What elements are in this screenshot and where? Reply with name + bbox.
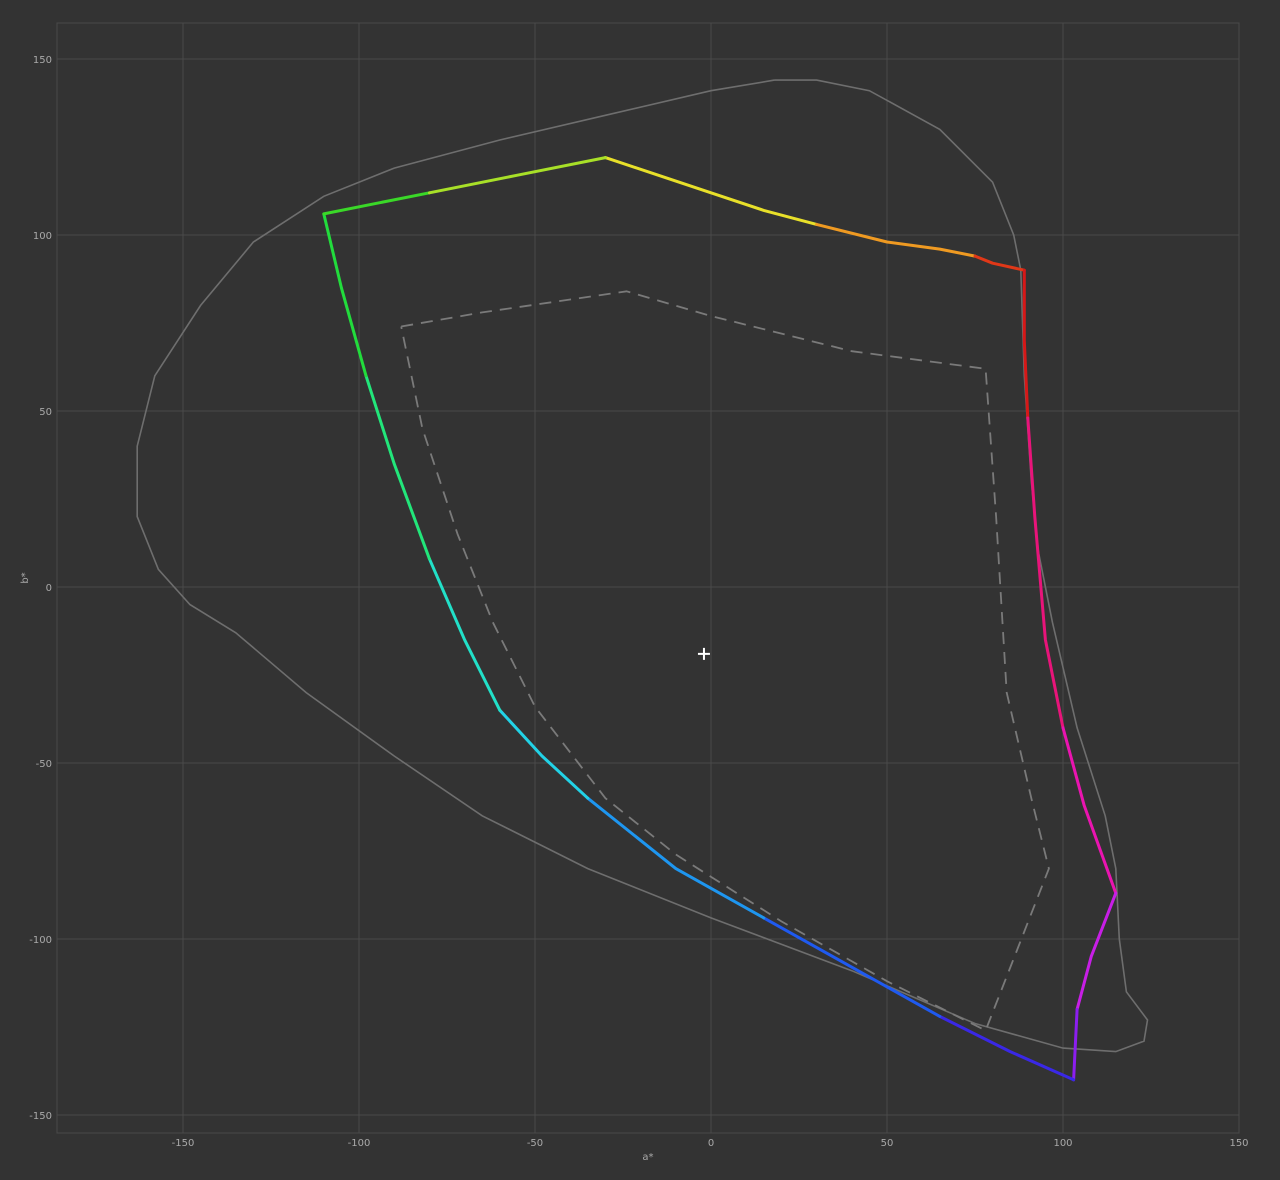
y-tick-label: -50 [36,759,52,770]
gamut-segment [973,254,1026,272]
gamut-segment [364,374,431,561]
x-tick-label: 50 [881,1138,894,1149]
gamut-segment [586,796,766,920]
x-tick-label: -100 [348,1138,371,1149]
x-tick-label: -50 [527,1138,543,1149]
y-axis-title: b* [20,572,31,583]
gamut-segment [1061,726,1118,895]
reference-gamut-line [400,290,1050,1032]
x-tick-label: -150 [172,1138,195,1149]
x-tick-labels: -150 -100 -50 0 50 100 150 [172,1138,1249,1149]
x-axis-title: a* [642,1152,653,1163]
y-tick-label: 150 [33,55,52,66]
gamut-segment [1075,891,1118,1011]
grid [57,23,1240,1133]
y-tick-label: 0 [46,583,52,594]
gamut-segment [427,557,502,712]
reference-gamut [400,290,1050,1032]
gamut-segment [322,191,431,216]
y-tick-label: -150 [29,1111,52,1122]
measured-gamut [322,156,1118,1082]
y-tick-label: -100 [29,935,52,946]
gamut-segment [427,156,607,195]
white-point [697,647,710,660]
spectral-locus-line [136,79,1149,1053]
y-tick-label: 100 [33,231,52,242]
gamut-segment [815,222,977,258]
y-tick-label: 50 [39,407,52,418]
y-tick-labels: 150 100 50 0 -50 -100 -150 [29,55,52,1122]
gamut-segment [762,916,942,1018]
gamut-segment [322,212,368,378]
x-tick-label: 100 [1053,1138,1072,1149]
x-tick-label: 0 [708,1138,714,1149]
gamut-segment [498,708,590,800]
gamut-segment [938,1014,1076,1082]
x-tick-label: 150 [1229,1138,1248,1149]
gamut-segment [1072,1007,1079,1082]
spectral-locus [136,79,1149,1053]
gamut-segment [1026,416,1065,730]
gamut-chart: -150 -100 -50 0 50 100 150 150100500-50-100-15… [20,22,1249,1163]
plot-frame [56,22,1240,1134]
gamut-segment [1022,268,1030,420]
